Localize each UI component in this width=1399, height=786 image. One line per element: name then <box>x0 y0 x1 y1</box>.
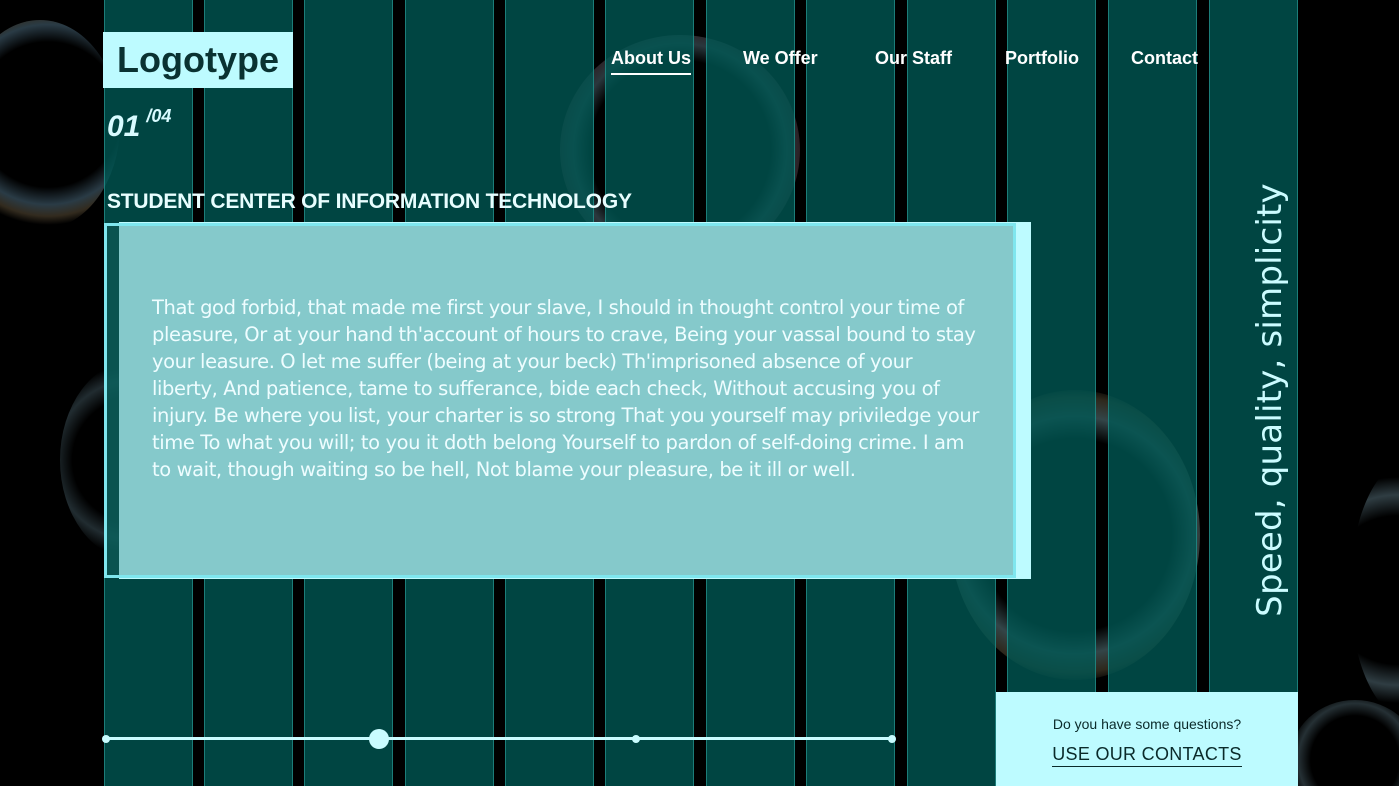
nav-item-contact[interactable]: Contact <box>1131 48 1198 73</box>
logo[interactable]: Logotype <box>103 32 293 88</box>
slide-dot-4[interactable] <box>888 734 896 743</box>
slide-dot-3[interactable] <box>631 734 640 743</box>
nav-item-our-staff[interactable]: Our Staff <box>875 48 952 73</box>
bubble-image <box>1290 700 1399 786</box>
slide-dot-1[interactable] <box>102 734 110 743</box>
content-text: That god forbid, that made me first your… <box>152 296 979 481</box>
nav-item-about-us[interactable]: About Us <box>611 48 691 75</box>
bubble-image <box>1350 460 1399 720</box>
nav-item-we-offer[interactable]: We Offer <box>743 48 818 73</box>
contact-box: Do you have some questions? USE OUR CONT… <box>996 692 1298 786</box>
slide-dot-2-active[interactable] <box>368 728 389 749</box>
page-heading: STUDENT CENTER OF INFORMATION TECHNOLOGY <box>107 190 632 213</box>
slide-current: 01 <box>107 110 141 143</box>
slide-progress-track[interactable] <box>102 728 896 749</box>
tagline: Speed, quality, simplicity <box>1250 183 1290 617</box>
nav-item-portfolio[interactable]: Portfolio <box>1005 48 1079 73</box>
contact-question: Do you have some questions? <box>1052 716 1242 732</box>
slide-total: /04 <box>146 106 172 126</box>
bubble-image <box>0 20 120 230</box>
slide-counter: 01/04 <box>107 106 171 144</box>
contact-link-wrap: USE OUR CONTACTS <box>996 744 1298 767</box>
use-our-contacts-link[interactable]: USE OUR CONTACTS <box>1052 744 1242 767</box>
